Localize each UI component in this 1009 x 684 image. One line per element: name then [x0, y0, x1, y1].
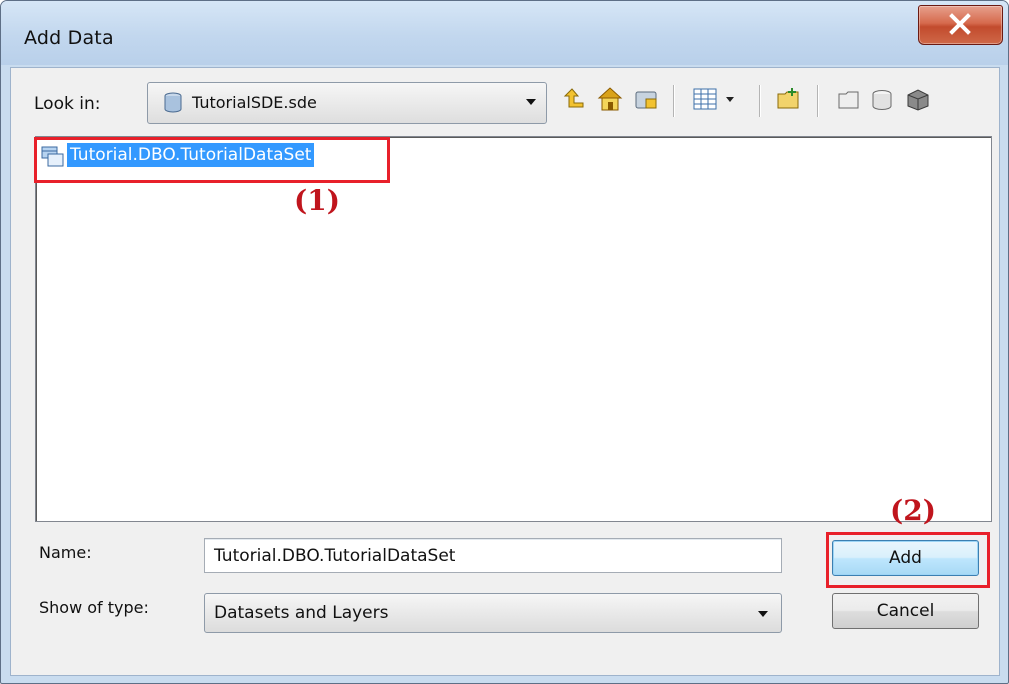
connect-folder-icon	[635, 91, 657, 109]
view-menu-icon	[693, 88, 734, 110]
title-bar: Add Data	[1, 1, 1008, 65]
new-folder-icon	[777, 88, 799, 109]
close-button[interactable]	[918, 5, 1003, 45]
name-label: Name:	[39, 543, 92, 562]
database-icon	[164, 92, 182, 113]
new-folder-button[interactable]	[773, 82, 803, 116]
new-item-icon	[838, 91, 859, 109]
chevron-down-icon	[758, 611, 768, 617]
up-one-level-button[interactable]	[559, 82, 589, 116]
callout-highlight-1	[34, 137, 390, 183]
new-server-icon	[907, 89, 929, 111]
new-item-button[interactable]	[833, 82, 863, 116]
new-database-button[interactable]	[867, 82, 897, 116]
name-field-value: Tutorial.DBO.TutorialDataSet	[214, 546, 456, 566]
cancel-button[interactable]: Cancel	[832, 593, 979, 629]
toolbar-separator	[759, 85, 760, 117]
toolbar-separator	[673, 85, 674, 117]
new-server-button[interactable]	[901, 82, 931, 116]
connect-folder-button[interactable]	[631, 82, 661, 116]
view-menu-button[interactable]	[689, 82, 745, 116]
name-field[interactable]: Tutorial.DBO.TutorialDataSet	[204, 538, 782, 573]
look-in-value: TutorialSDE.sde	[192, 93, 317, 112]
home-button[interactable]	[594, 82, 624, 116]
callout-label-1: (1)	[294, 184, 340, 217]
toolbar-separator	[817, 85, 818, 117]
window-title: Add Data	[24, 27, 114, 49]
close-icon	[949, 13, 971, 35]
look-in-label: Look in:	[34, 94, 101, 114]
callout-highlight-2	[826, 532, 990, 588]
new-database-icon	[872, 90, 892, 110]
file-list[interactable]: Tutorial.DBO.TutorialDataSet	[35, 136, 992, 522]
show-of-type-value: Datasets and Layers	[214, 603, 389, 623]
home-icon	[597, 87, 623, 111]
look-in-dropdown[interactable]: TutorialSDE.sde	[147, 82, 547, 124]
callout-label-2: (2)	[890, 494, 936, 527]
up-one-level-icon	[563, 88, 584, 108]
add-data-dialog: Add Data Look in: TutorialSDE.sde Tutori…	[0, 0, 1009, 684]
chevron-down-icon	[526, 99, 536, 105]
show-of-type-label: Show of type:	[39, 598, 149, 617]
show-of-type-dropdown[interactable]: Datasets and Layers	[204, 593, 782, 633]
